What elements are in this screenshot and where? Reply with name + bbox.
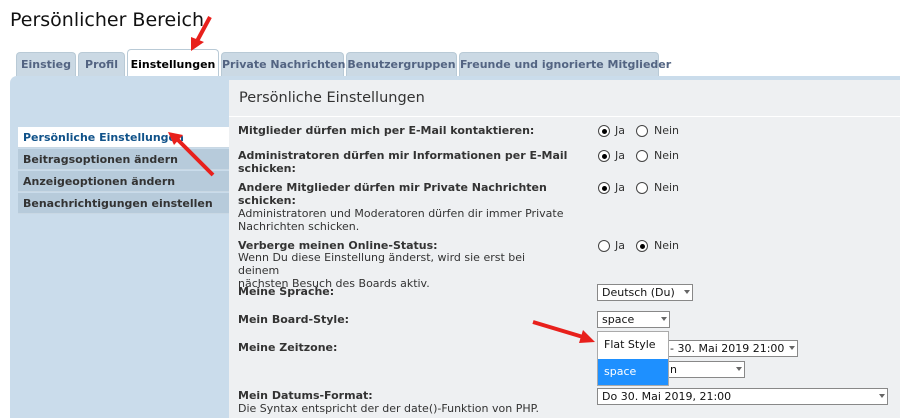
private-messages-explain: Administratoren und Moderatoren dürfen d… xyxy=(238,207,568,233)
chevron-down-icon xyxy=(661,317,667,321)
date-format-label: Mein Datums-Format: xyxy=(238,389,373,402)
content-title: Persönliche Einstellungen xyxy=(239,90,425,106)
admin-email-no-radio[interactable] xyxy=(636,150,648,162)
board-style-select-value: space xyxy=(602,313,635,326)
tab-benutzergruppen[interactable]: Benutzergruppen xyxy=(346,52,457,76)
online-status-yes-radio[interactable] xyxy=(598,240,610,252)
divider xyxy=(229,116,900,117)
style-option-flat-style[interactable]: Flat Style xyxy=(598,332,668,358)
annotation-arrow-icon xyxy=(168,132,215,177)
admin-email-label: Administratoren dürfen mir Informationen… xyxy=(238,149,568,175)
timezone-date-value: - 30. Mai 2019 21:00 xyxy=(670,342,785,355)
radio-label-yes: Ja xyxy=(615,149,625,162)
chevron-down-icon xyxy=(736,367,742,371)
chevron-down-icon xyxy=(789,346,795,350)
admin-email-label-line1: Administratoren dürfen mir Informationen… xyxy=(238,149,568,162)
radio-label-no: Nein xyxy=(654,149,680,162)
radio-label-no: Nein xyxy=(654,124,680,137)
private-messages-explain-line2: Nachrichten schicken. xyxy=(238,220,360,233)
language-label: Meine Sprache: xyxy=(238,285,335,298)
private-messages-label-line1: Andere Mitglieder dürfen mir Private Nac… xyxy=(238,181,547,194)
radio-label-yes: Ja xyxy=(615,124,625,137)
tab-private-nachrichten[interactable]: Private Nachrichten xyxy=(221,52,345,76)
annotation-arrow-icon xyxy=(532,320,595,343)
date-format-explain: Die Syntax entspricht der der date()-Fun… xyxy=(238,402,540,415)
annotation-arrow-icon xyxy=(191,16,212,51)
date-format-select[interactable]: Do 30. Mai 2019, 21:00 xyxy=(597,388,888,405)
board-style-select[interactable]: space xyxy=(597,311,670,328)
board-style-label: Mein Board-Style: xyxy=(238,313,350,326)
online-status-no-radio[interactable] xyxy=(636,240,648,252)
tab-profil[interactable]: Profil xyxy=(78,52,125,76)
admin-email-yes-radio[interactable] xyxy=(598,150,610,162)
private-messages-explain-line1: Administratoren und Moderatoren dürfen d… xyxy=(238,207,564,220)
radio-label-yes: Ja xyxy=(615,239,625,252)
tab-einstieg[interactable]: Einstieg xyxy=(16,52,76,76)
style-option-space[interactable]: space xyxy=(598,359,668,385)
board-style-dropdown-list: Flat Style space xyxy=(597,331,669,386)
private-messages-no-radio[interactable] xyxy=(636,182,648,194)
email-contact-label: Mitglieder dürfen mich per E-Mail kontak… xyxy=(238,124,535,137)
date-format-value: Do 30. Mai 2019, 21:00 xyxy=(602,390,732,403)
radio-label-yes: Ja xyxy=(615,181,625,194)
online-status-explain-line1: Wenn Du diese Einstellung änderst, wird … xyxy=(238,251,526,277)
chevron-down-icon xyxy=(684,290,690,294)
private-messages-yes-radio[interactable] xyxy=(598,182,610,194)
sidebar-item-benachrichtigungen[interactable]: Benachrichtigungen einstellen xyxy=(18,193,229,214)
language-select-value: Deutsch (Du) xyxy=(602,286,675,299)
admin-email-label-line2: schicken: xyxy=(238,162,296,175)
tab-freunde[interactable]: Freunde und ignorierte Mitglieder xyxy=(459,52,671,76)
email-contact-yes-radio[interactable] xyxy=(598,125,610,137)
timezone-label: Meine Zeitzone: xyxy=(238,341,338,354)
language-select[interactable]: Deutsch (Du) xyxy=(597,284,693,301)
radio-label-no: Nein xyxy=(654,239,680,252)
radio-label-no: Nein xyxy=(654,181,680,194)
private-messages-label-line2: schicken: xyxy=(238,194,296,207)
timezone-zone-value: n xyxy=(670,363,677,376)
private-messages-label: Andere Mitglieder dürfen mir Private Nac… xyxy=(238,181,568,207)
chevron-down-icon xyxy=(879,394,885,398)
email-contact-no-radio[interactable] xyxy=(636,125,648,137)
tab-einstellungen[interactable]: Einstellungen xyxy=(127,49,219,76)
page-title: Persönlicher Bereich xyxy=(10,9,205,31)
